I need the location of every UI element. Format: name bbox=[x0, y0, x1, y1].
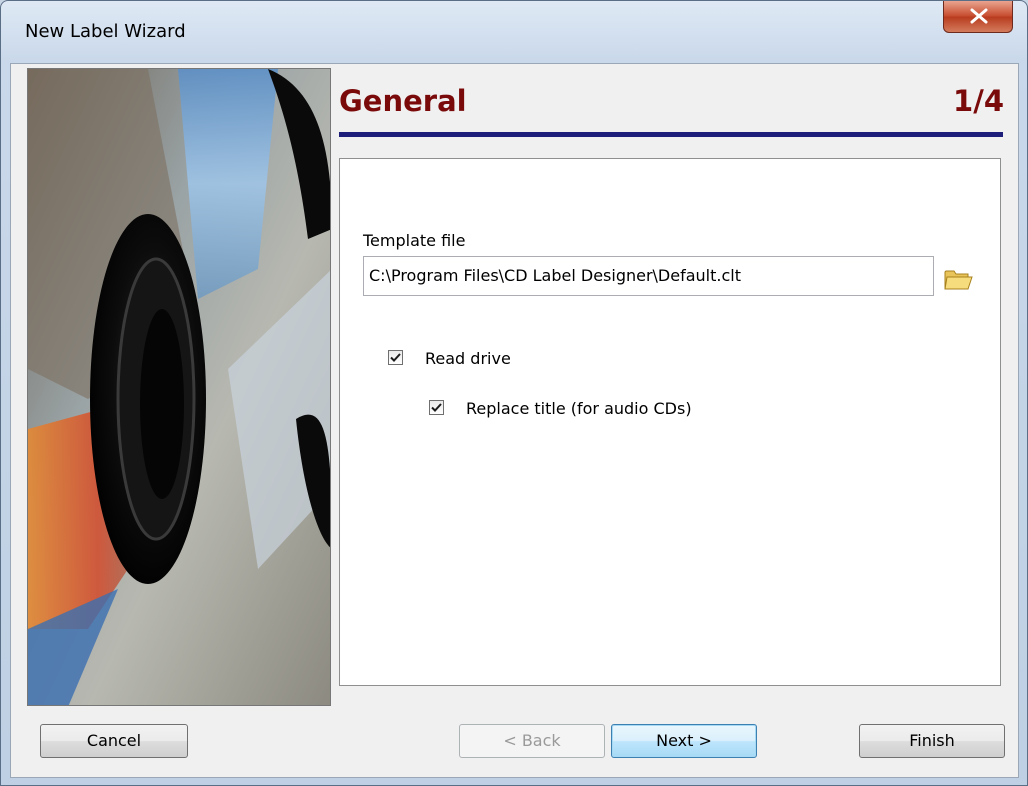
cd-image bbox=[27, 68, 331, 706]
title-underline bbox=[339, 132, 1003, 137]
template-file-label: Template file bbox=[363, 231, 466, 250]
back-button[interactable]: < Back bbox=[459, 724, 605, 758]
folder-open-icon[interactable] bbox=[944, 267, 974, 291]
read-drive-label: Read drive bbox=[425, 349, 511, 368]
window-title: New Label Wizard bbox=[25, 21, 186, 42]
title-bar[interactable]: New Label Wizard bbox=[1, 1, 1027, 63]
wizard-window: New Label Wizard General 1/4 Template fi… bbox=[0, 0, 1028, 786]
finish-button[interactable]: Finish bbox=[859, 724, 1005, 758]
replace-title-checkbox[interactable] bbox=[429, 400, 444, 415]
next-button[interactable]: Next > bbox=[611, 724, 757, 758]
template-file-input[interactable]: C:\Program Files\CD Label Designer\Defau… bbox=[363, 256, 934, 296]
replace-title-label: Replace title (for audio CDs) bbox=[466, 399, 692, 418]
close-button[interactable] bbox=[943, 1, 1013, 33]
page-title: General bbox=[339, 84, 467, 118]
cancel-button[interactable]: Cancel bbox=[40, 724, 188, 758]
read-drive-checkbox[interactable] bbox=[388, 350, 403, 365]
checkmark-icon bbox=[431, 403, 442, 412]
step-indicator: 1/4 bbox=[953, 84, 1004, 118]
checkmark-icon bbox=[390, 353, 401, 362]
close-icon bbox=[970, 8, 988, 24]
settings-panel: Template file C:\Program Files\CD Label … bbox=[339, 158, 1001, 686]
wizard-client-area: General 1/4 Template file C:\Program Fil… bbox=[10, 63, 1019, 778]
